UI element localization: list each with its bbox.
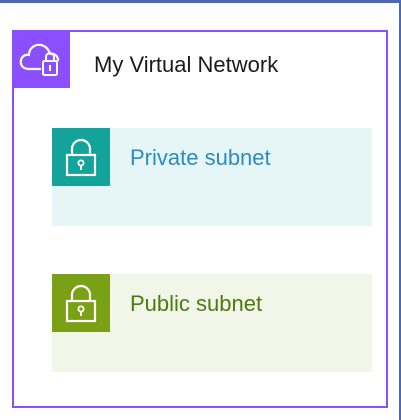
virtual-network-title: My Virtual Network: [94, 52, 279, 77]
padlock-icon: [52, 128, 110, 186]
padlock-icon: [52, 274, 110, 332]
virtual-network-group[interactable]: My Virtual Network Private subnet Public…: [12, 30, 388, 408]
private-subnet-label: Private subnet: [130, 145, 271, 170]
frame-top-border: [0, 0, 401, 3]
cloud-lock-icon: [12, 30, 70, 88]
public-subnet[interactable]: Public subnet: [52, 274, 372, 372]
public-subnet-label: Public subnet: [130, 291, 263, 316]
diagram-canvas: My Virtual Network Private subnet Public…: [0, 0, 401, 420]
private-subnet[interactable]: Private subnet: [52, 128, 372, 226]
